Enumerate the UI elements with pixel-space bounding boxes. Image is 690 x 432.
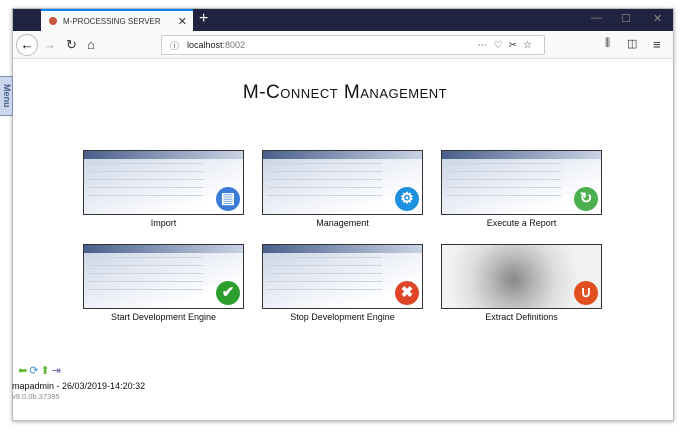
gear-icon: ⚙	[395, 187, 419, 211]
tile-label: Management	[316, 218, 369, 228]
pocket-icon[interactable]: ♡	[494, 40, 509, 51]
url-bar[interactable]: ⓘ localhost:8002 ⋯♡✂☆	[161, 35, 545, 55]
more-icon[interactable]: ⋯	[478, 40, 494, 51]
logout-icon[interactable]: ⇥	[52, 365, 63, 377]
sidebar-icon[interactable]: ◫	[627, 37, 637, 50]
tile-label: Start Development Engine	[110, 312, 217, 322]
nav-toolbar: ← → ↻ ⌂ ⓘ localhost:8002 ⋯♡✂☆ ⫼ ◫ ≡	[13, 31, 673, 59]
tile-start-development-engine[interactable]: ✔ Start Development Engine	[83, 244, 244, 322]
browser-tab[interactable]: M-PROCESSING SERVER ✕	[41, 9, 193, 31]
tile-thumbnail: ▤	[83, 150, 244, 215]
user-session: mapadmin - 26/03/2019-14:20:32	[12, 381, 146, 391]
up-arrow-icon[interactable]: ⬆	[40, 365, 51, 377]
tile-label: Stop Development Engine	[290, 312, 395, 322]
screenshot-icon[interactable]: ✂	[509, 40, 523, 51]
magnet-icon: ∪	[574, 281, 598, 305]
reload-button[interactable]: ↻	[66, 37, 77, 53]
tile-thumbnail: ↻	[441, 150, 602, 215]
info-icon[interactable]: ⓘ	[170, 39, 179, 52]
tile-execute-a-report[interactable]: ↻ Execute a Report	[441, 150, 602, 228]
forward-button[interactable]: →	[43, 37, 56, 52]
bookmark-star-icon[interactable]: ☆	[523, 40, 538, 51]
version: v9.0.0b.37395	[12, 392, 60, 401]
check-icon: ✔	[216, 281, 240, 305]
back-arrow-icon[interactable]: ⬅	[18, 365, 29, 377]
tile-thumbnail: ∪	[441, 244, 602, 309]
tile-thumbnail: ⚙	[262, 150, 423, 215]
tab-title: M-PROCESSING SERVER	[63, 16, 161, 26]
floppy-import-icon: ▤	[216, 187, 240, 211]
favicon-icon	[49, 17, 57, 25]
tile-management[interactable]: ⚙ Management	[262, 150, 423, 228]
url-host: localhost	[187, 40, 223, 50]
tile-extract-definitions[interactable]: ∪ Extract Definitions	[441, 244, 602, 322]
close-window-button[interactable]: ✕	[653, 12, 662, 25]
maximize-button[interactable]: ☐	[621, 12, 631, 25]
report-refresh-icon: ↻	[574, 187, 598, 211]
tile-label: Execute a Report	[486, 218, 557, 228]
close-tab-icon[interactable]: ✕	[178, 15, 187, 28]
footer-icons: ⬅⟳⬆⇥	[18, 364, 63, 377]
home-button[interactable]: ⌂	[87, 37, 95, 52]
page-title: M-Connect Management	[242, 82, 448, 103]
tile-thumbnail: ✔	[83, 244, 244, 309]
tile-import[interactable]: ▤ Import	[83, 150, 244, 228]
stop-x-icon: ✖	[395, 281, 419, 305]
new-tab-button[interactable]: +	[199, 10, 208, 28]
url-port: :8002	[222, 40, 246, 50]
library-icon[interactable]: ⫼	[605, 37, 610, 50]
title-bar: M-PROCESSING SERVER ✕ + — ☐ ✕	[13, 9, 673, 31]
tile-label: Extract Definitions	[485, 312, 558, 322]
tile-thumbnail: ✖	[262, 244, 423, 309]
tile-label: Import	[150, 218, 177, 228]
back-button[interactable]: ←	[16, 34, 38, 56]
hamburger-menu-icon[interactable]: ≡	[653, 37, 661, 52]
tile-stop-development-engine[interactable]: ✖ Stop Development Engine	[262, 244, 423, 322]
refresh-icon[interactable]: ⟳	[29, 365, 40, 377]
minimize-button[interactable]: —	[591, 12, 602, 24]
